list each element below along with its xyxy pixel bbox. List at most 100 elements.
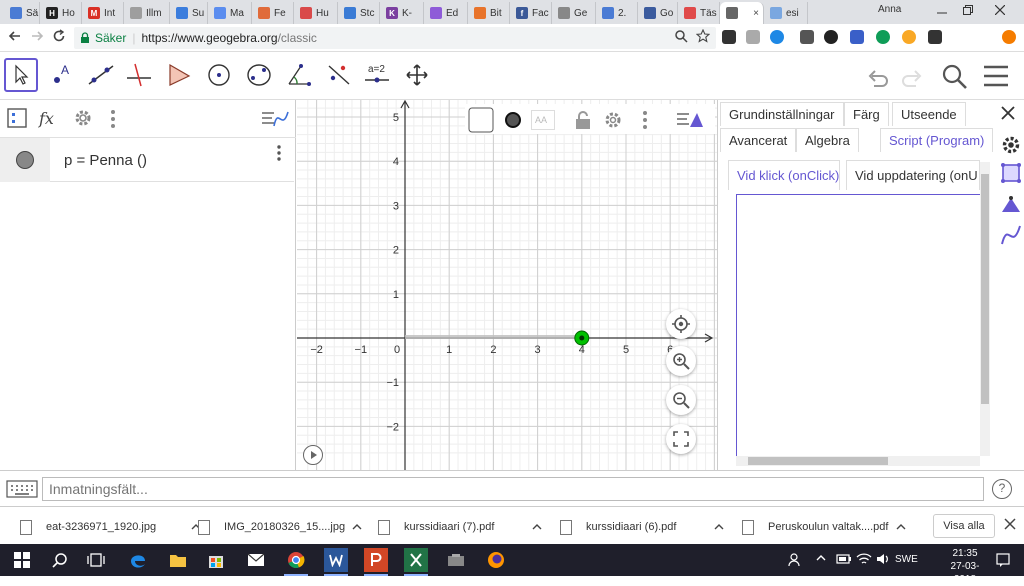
label-style-button[interactable]: AA: [529, 106, 557, 134]
input-field[interactable]: [42, 477, 984, 501]
extension-2-icon[interactable]: [746, 30, 760, 44]
input-help-button[interactable]: ?: [992, 479, 1012, 499]
start-button[interactable]: [10, 548, 34, 572]
graphics-properties-button[interactable]: [1000, 162, 1022, 184]
action-center-button[interactable]: [996, 553, 1010, 570]
algebra-description-button[interactable]: fx: [38, 107, 60, 129]
mail-app-button[interactable]: [244, 548, 268, 572]
chevron-up-icon[interactable]: [532, 522, 542, 532]
properties-tab[interactable]: Avancerat: [720, 128, 797, 152]
function-properties-button[interactable]: [1000, 224, 1022, 246]
bookmark-star-button[interactable]: [694, 28, 712, 47]
chevron-up-icon[interactable]: [714, 522, 724, 532]
taskbar-clock[interactable]: 21:35 27-03-2018: [942, 547, 988, 586]
store-app-button[interactable]: [204, 548, 228, 572]
reflect-tool-button[interactable]: [322, 58, 356, 92]
extension-7-icon[interactable]: [876, 30, 890, 44]
browser-tab[interactable]: Su: [170, 2, 208, 24]
extension-10-icon[interactable]: [952, 30, 966, 44]
forward-button[interactable]: [28, 29, 46, 47]
language-indicator[interactable]: SWE: [895, 554, 918, 565]
object-definition[interactable]: p = Penna (): [64, 152, 147, 169]
powerpoint-app-button[interactable]: [364, 548, 388, 576]
circle-tool-button[interactable]: [202, 58, 236, 92]
browser-tab[interactable]: ×: [720, 2, 764, 24]
algebra-settings-button[interactable]: [72, 107, 94, 129]
graphics-view-toggle-button[interactable]: [260, 108, 290, 130]
ellipse-tool-button[interactable]: [242, 58, 276, 92]
undo-button[interactable]: [864, 62, 892, 90]
browser-tab[interactable]: M Int: [82, 2, 124, 24]
browser-tab[interactable]: K K-: [380, 2, 424, 24]
battery-tray-icon[interactable]: [836, 553, 852, 568]
extension-6-icon[interactable]: [850, 30, 864, 44]
redo-button[interactable]: [898, 62, 926, 90]
polygon-tool-button[interactable]: [162, 58, 196, 92]
chevron-up-icon[interactable]: [352, 522, 362, 532]
browser-tab[interactable]: Ed: [424, 2, 468, 24]
browser-tab[interactable]: Ge: [552, 2, 596, 24]
animation-play-button[interactable]: [303, 445, 323, 465]
profile-name[interactable]: Anna: [878, 4, 901, 15]
script-event-tab[interactable]: Vid klick (onClick): [728, 160, 840, 190]
browser-tab[interactable]: f Fac: [510, 2, 552, 24]
graphics-view[interactable]: −2−1012345654321−1−2 AA: [297, 100, 717, 470]
minimize-window-button[interactable]: [932, 2, 952, 20]
close-download-shelf-button[interactable]: [1004, 517, 1016, 533]
excel-app-button[interactable]: [404, 548, 428, 576]
download-item[interactable]: Peruskoulun valtak....pdf: [742, 515, 906, 539]
reload-button[interactable]: [50, 29, 68, 47]
geometry-properties-button[interactable]: [1000, 194, 1022, 216]
style-bar-more-button[interactable]: [631, 106, 659, 134]
browser-tab[interactable]: 2.: [596, 2, 638, 24]
properties-tab[interactable]: Script (Program): [880, 128, 994, 152]
move-graphics-view-tool-button[interactable]: [400, 58, 434, 92]
fullscreen-button[interactable]: [666, 424, 696, 454]
close-properties-button[interactable]: [1000, 104, 1016, 127]
back-button[interactable]: [6, 29, 24, 47]
extension-5-icon[interactable]: [824, 30, 838, 44]
extension-12-icon[interactable]: [1002, 30, 1016, 44]
algebra-row-more-button[interactable]: [276, 144, 282, 162]
zoom-out-button[interactable]: [666, 385, 696, 415]
browser-tab[interactable]: H Ho: [40, 2, 82, 24]
close-window-button[interactable]: [990, 2, 1010, 20]
vertical-scrollbar-thumb[interactable]: [981, 174, 989, 404]
line-tool-button[interactable]: [84, 58, 118, 92]
vertical-scrollbar[interactable]: [980, 162, 990, 456]
extension-1-icon[interactable]: [722, 30, 736, 44]
properties-tab[interactable]: Algebra: [796, 128, 859, 152]
properties-tab[interactable]: Färg: [844, 102, 889, 126]
download-item[interactable]: kurssidiaari (6).pdf: [560, 515, 724, 539]
restore-window-button[interactable]: [958, 2, 978, 20]
script-event-tab[interactable]: Vid uppdatering (onU: [846, 160, 980, 190]
browser-tab[interactable]: Hu: [294, 2, 338, 24]
script-editor[interactable]: [736, 194, 980, 456]
edge-app-button[interactable]: [126, 548, 150, 572]
show-all-downloads-button[interactable]: Visa alla: [933, 514, 995, 538]
algebra-view-toggle-button[interactable]: [673, 106, 707, 134]
browser-tab[interactable]: Bit: [468, 2, 510, 24]
main-menu-button[interactable]: [982, 62, 1010, 90]
extension-8-icon[interactable]: [902, 30, 916, 44]
search-taskbar-button[interactable]: [48, 548, 72, 572]
perpendicular-line-tool-button[interactable]: [122, 58, 156, 92]
chrome-app-button[interactable]: [284, 548, 308, 576]
properties-settings-button[interactable]: [1000, 134, 1022, 156]
show-hidden-icons-button[interactable]: [816, 553, 826, 566]
file-explorer-button[interactable]: [166, 548, 190, 572]
browser-tab[interactable]: Fe: [252, 2, 294, 24]
extension-3-icon[interactable]: [770, 30, 784, 44]
algebra-row[interactable]: p = Penna (): [0, 138, 294, 182]
angle-tool-button[interactable]: [282, 58, 316, 92]
browser-tab[interactable]: Täs: [678, 2, 720, 24]
volume-tray-icon[interactable]: [876, 553, 890, 568]
browser-tab[interactable]: Go: [638, 2, 678, 24]
coordinate-grid[interactable]: −2−1012345654321−1−2: [297, 100, 717, 470]
download-item[interactable]: IMG_20180326_15....jpg: [198, 515, 362, 539]
task-view-button[interactable]: [84, 548, 108, 572]
horizontal-scrollbar-thumb[interactable]: [748, 457, 888, 465]
fix-object-button[interactable]: [569, 106, 597, 134]
word-app-button[interactable]: [324, 548, 348, 576]
point-style-button[interactable]: [499, 106, 527, 134]
